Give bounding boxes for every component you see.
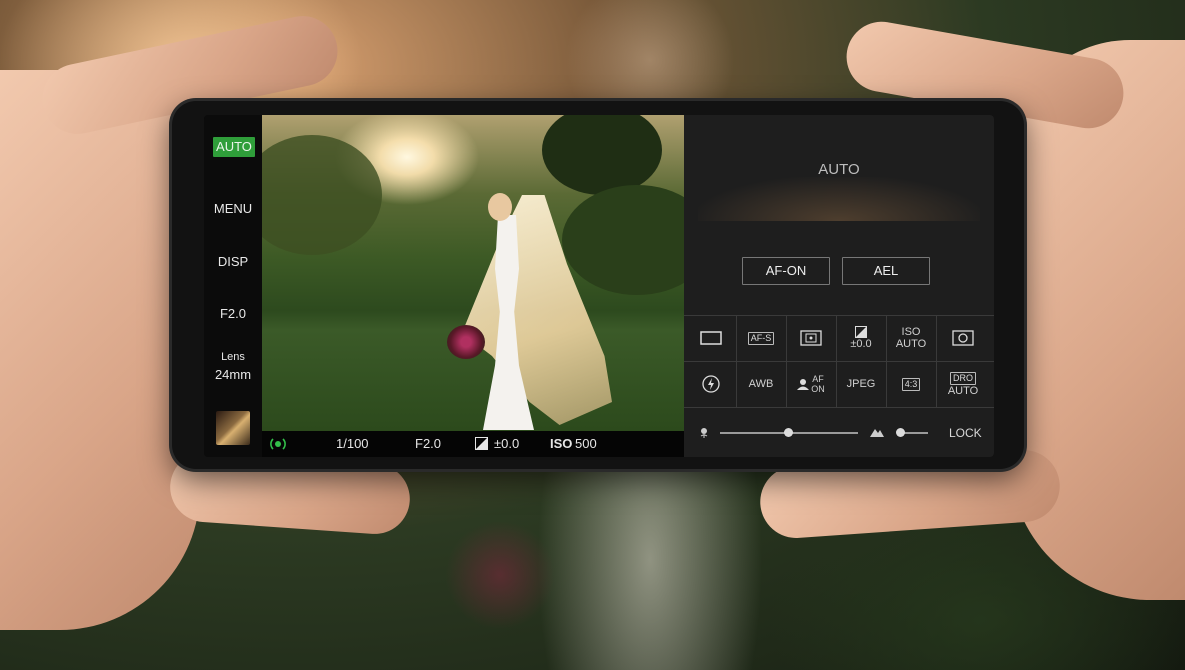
exposure-comp-value: ±0.0 <box>850 338 872 350</box>
tree <box>542 115 662 195</box>
camera-screen: AUTO MENU DISP F2.0 Lens 24mm 1/100 F2.0… <box>204 115 994 457</box>
lens-value[interactable]: 24mm <box>204 367 262 382</box>
bouquet <box>447 325 485 359</box>
iso-label: ISO <box>550 436 573 451</box>
ael-button[interactable]: AEL <box>842 257 930 285</box>
divider <box>684 407 994 408</box>
settings-panel: AUTO AF-ON AEL AF-S ±0.0 ISO AUTO AWB AF… <box>684 115 994 457</box>
flash-setting[interactable] <box>686 362 736 406</box>
face-af-icon <box>797 379 809 390</box>
focus-mode-setting[interactable]: AF-S <box>736 316 786 360</box>
focus-area-setting[interactable] <box>938 316 988 360</box>
lens-label[interactable]: Lens <box>204 351 262 363</box>
white-balance-value: AWB <box>748 378 774 390</box>
bride-head <box>488 193 512 221</box>
exposure-comp-icon <box>855 326 867 338</box>
disp-button[interactable]: DISP <box>204 254 262 269</box>
shutter-speed: 1/100 <box>336 436 369 451</box>
mode-dial-glow <box>698 177 980 221</box>
left-hand <box>0 70 200 630</box>
file-format-setting[interactable]: JPEG <box>836 362 886 406</box>
viewfinder[interactable] <box>262 115 684 431</box>
divider <box>936 315 937 407</box>
macro-flower-icon <box>700 428 708 438</box>
last-photo-thumbnail[interactable] <box>216 411 250 445</box>
iso-value: 500 <box>575 436 597 451</box>
mountain-icon <box>870 429 884 437</box>
lock-slider-thumb[interactable] <box>896 428 905 437</box>
dro-setting[interactable]: DRO AUTO <box>938 362 988 406</box>
exposure-status-bar: 1/100 F2.0 ±0.0 ISO 500 <box>262 431 684 457</box>
iso-setting-label: ISO <box>901 326 921 338</box>
af-on-button[interactable]: AF-ON <box>742 257 830 285</box>
iso-setting-value: AUTO <box>895 338 927 350</box>
left-control-column: AUTO MENU DISP F2.0 Lens 24mm <box>204 115 262 457</box>
exposure-comp-setting[interactable]: ±0.0 <box>836 316 886 360</box>
exposure-comp-icon <box>475 437 488 450</box>
aspect-ratio-value: 4:3 <box>901 377 921 391</box>
aperture-button[interactable]: F2.0 <box>204 306 262 321</box>
live-view-icon <box>270 438 286 450</box>
tree <box>262 135 382 255</box>
face-eye-af-setting[interactable]: AF ON <box>786 362 836 406</box>
dro-label: DRO <box>950 371 976 385</box>
tree <box>562 185 684 295</box>
mode-auto-badge[interactable]: AUTO <box>213 137 255 157</box>
focus-mode-label: AF-S <box>747 331 775 345</box>
exposure-value: ±0.0 <box>494 436 520 451</box>
flash-off-icon <box>702 375 720 393</box>
shooting-mode-title[interactable]: AUTO <box>684 161 994 178</box>
face-af-label: AF ON <box>811 374 825 394</box>
drive-single-icon <box>700 331 722 345</box>
phone-body: AUTO MENU DISP F2.0 Lens 24mm 1/100 F2.0… <box>172 101 1024 469</box>
focus-area-icon <box>952 330 974 346</box>
focus-slider-thumb[interactable] <box>784 428 793 437</box>
aperture-value: F2.0 <box>415 436 442 451</box>
lock-label[interactable]: LOCK <box>949 426 982 440</box>
metering-icon <box>800 330 822 346</box>
background-bouquet <box>445 520 555 630</box>
metering-setting[interactable] <box>786 316 836 360</box>
white-balance-setting[interactable]: AWB <box>736 362 786 406</box>
dro-value: AUTO <box>947 384 979 397</box>
drive-mode-setting[interactable] <box>686 316 736 360</box>
menu-button[interactable]: MENU <box>204 201 262 216</box>
aspect-ratio-setting[interactable]: 4:3 <box>886 362 936 406</box>
file-format-value: JPEG <box>846 378 876 390</box>
iso-setting[interactable]: ISO AUTO <box>886 316 936 360</box>
